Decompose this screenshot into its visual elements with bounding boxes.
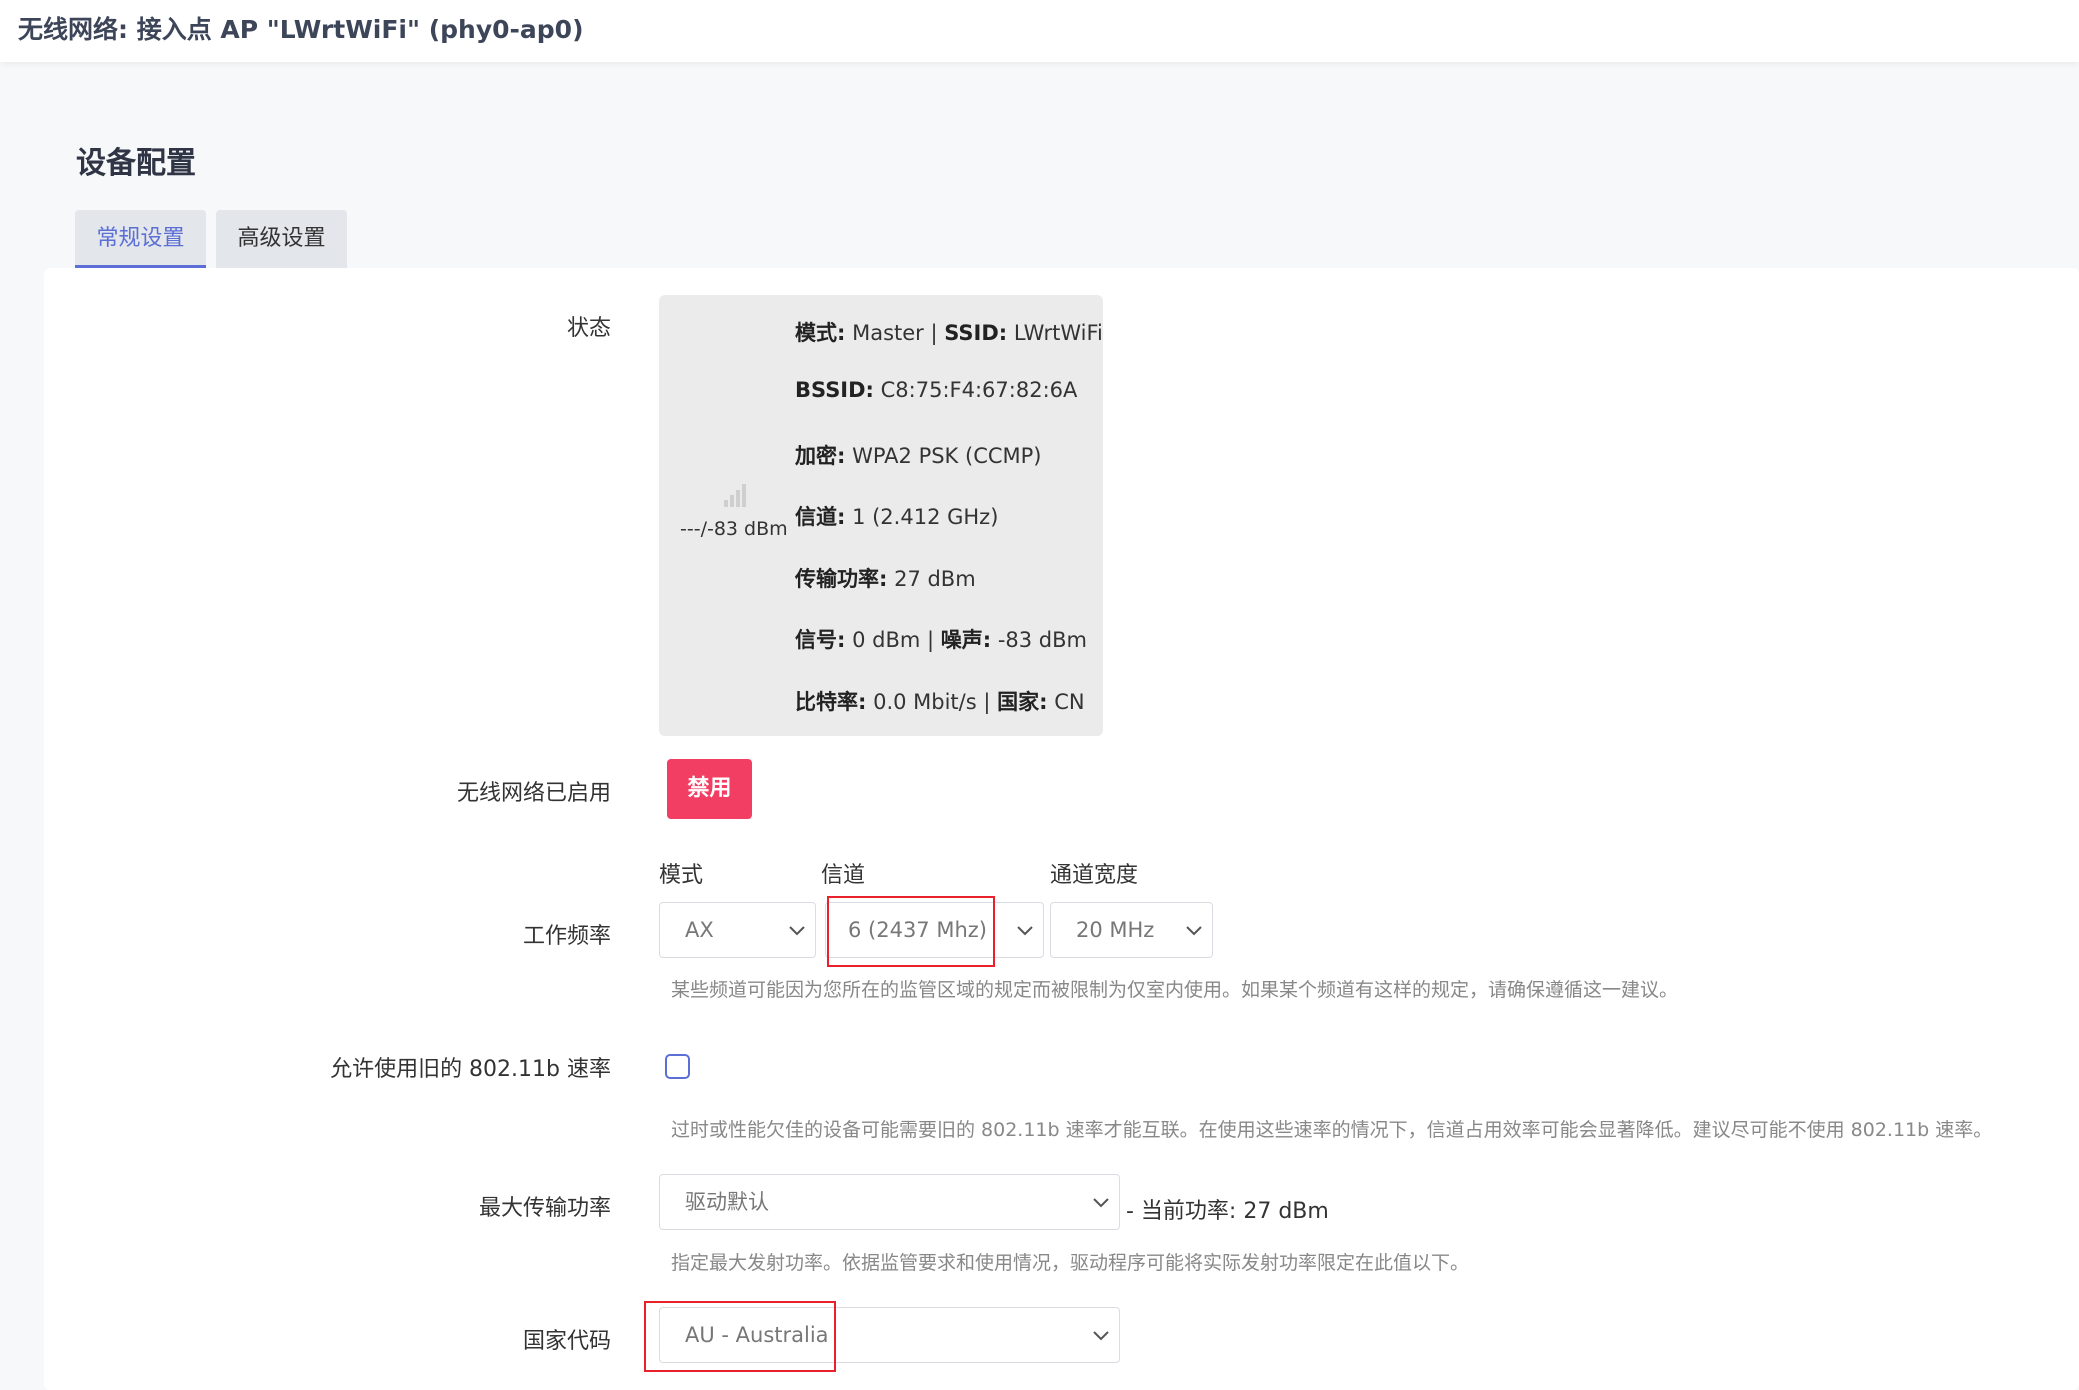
status-channel: 信道: 1 (2.412 GHz) — [795, 501, 998, 531]
chevron-down-icon — [1186, 926, 1202, 936]
tab-general-settings[interactable]: 常规设置 — [75, 210, 206, 268]
status-signal-noise: 信号: 0 dBm | 噪声: -83 dBm — [795, 624, 1087, 654]
txpower-key: 传输功率: — [795, 567, 888, 591]
bssid-key: BSSID: — [795, 378, 874, 402]
channel-highlight-box — [827, 896, 995, 967]
mode-select[interactable]: AX — [659, 902, 816, 958]
signal-bars-icon — [724, 484, 746, 507]
status-label: 状态 — [566, 316, 611, 341]
bssid-value: C8:75:F4:67:82:6A — [873, 378, 1078, 402]
signal-strength-text: ---/-83 dBm — [680, 518, 788, 540]
legacy-rates-hint: 过时或性能欠佳的设备可能需要旧的 802.11b 速率才能互联。在使用这些速率的… — [671, 1119, 1993, 1141]
chevron-down-icon — [1017, 926, 1033, 936]
tab-advanced-settings[interactable]: 高级设置 — [216, 210, 347, 268]
width-heading: 通道宽度 — [1050, 863, 1139, 888]
ssid-key: SSID: — [944, 321, 1008, 345]
width-select-value: 20 MHz — [1076, 918, 1155, 942]
page-title: 无线网络: 接入点 AP "LWrtWiFi" (phy0-ap0) — [18, 15, 584, 44]
country-key: 国家: — [997, 690, 1048, 714]
mode-select-value: AX — [685, 918, 714, 942]
legacy-rates-checkbox[interactable] — [665, 1054, 690, 1079]
section-title: 设备配置 — [76, 146, 196, 181]
channel-value: 1 (2.412 GHz) — [845, 505, 999, 529]
chevron-down-icon — [1093, 1198, 1109, 1208]
status-encryption: 加密: WPA2 PSK (CCMP) — [795, 440, 1042, 470]
country-value: CN — [1047, 690, 1085, 714]
txpower-value: 27 dBm — [887, 567, 976, 591]
status-bssid: BSSID: C8:75:F4:67:82:6A — [795, 378, 1077, 402]
ssid-value: LWrtWiFi — [1007, 321, 1103, 345]
wireless-enabled-label: 无线网络已启用 — [456, 781, 611, 806]
top-bar: 无线网络: 接入点 AP "LWrtWiFi" (phy0-ap0) — [0, 0, 2079, 62]
signal-key: 信号: — [795, 628, 846, 652]
channel-key: 信道: — [795, 505, 846, 529]
chevron-down-icon — [789, 926, 805, 936]
bitrate-value: 0.0 Mbit/s | — [866, 690, 998, 714]
channel-heading: 信道 — [821, 863, 866, 888]
status-mode-ssid: 模式: Master | SSID: LWrtWiFi — [795, 317, 1103, 347]
status-txpower: 传输功率: 27 dBm — [795, 563, 976, 593]
chevron-down-icon — [1093, 1331, 1109, 1341]
country-code-label: 国家代码 — [522, 1329, 611, 1354]
encryption-key: 加密: — [795, 444, 846, 468]
txpower-select-value: 驱动默认 — [685, 1190, 769, 1214]
status-bitrate-country: 比特率: 0.0 Mbit/s | 国家: CN — [795, 686, 1085, 716]
legacy-rates-label: 允许使用旧的 802.11b 速率 — [330, 1057, 611, 1082]
encryption-value: WPA2 PSK (CCMP) — [845, 444, 1042, 468]
frequency-label: 工作频率 — [522, 924, 611, 949]
txpower-select[interactable]: 驱动默认 — [659, 1174, 1120, 1230]
mode-key: 模式: — [795, 321, 846, 345]
mode-heading: 模式 — [659, 863, 704, 888]
mode-value: Master | — [845, 321, 945, 345]
current-power-text: - 当前功率: 27 dBm — [1126, 1199, 1329, 1224]
max-txpower-label: 最大传输功率 — [478, 1196, 611, 1221]
noise-value: -83 dBm — [991, 628, 1087, 652]
noise-key: 噪声: — [940, 628, 992, 652]
disable-button[interactable]: 禁用 — [667, 759, 752, 819]
width-select[interactable]: 20 MHz — [1050, 902, 1213, 958]
bitrate-key: 比特率: — [795, 690, 867, 714]
country-highlight-box — [644, 1301, 836, 1372]
signal-value: 0 dBm | — [845, 628, 941, 652]
txpower-hint: 指定最大发射功率。依据监管要求和使用情况，驱动程序可能将实际发射功率限定在此值以… — [671, 1252, 1470, 1274]
frequency-hint: 某些频道可能因为您所在的监管区域的规定而被限制为仅室内使用。如果某个频道有这样的… — [671, 979, 1679, 1001]
